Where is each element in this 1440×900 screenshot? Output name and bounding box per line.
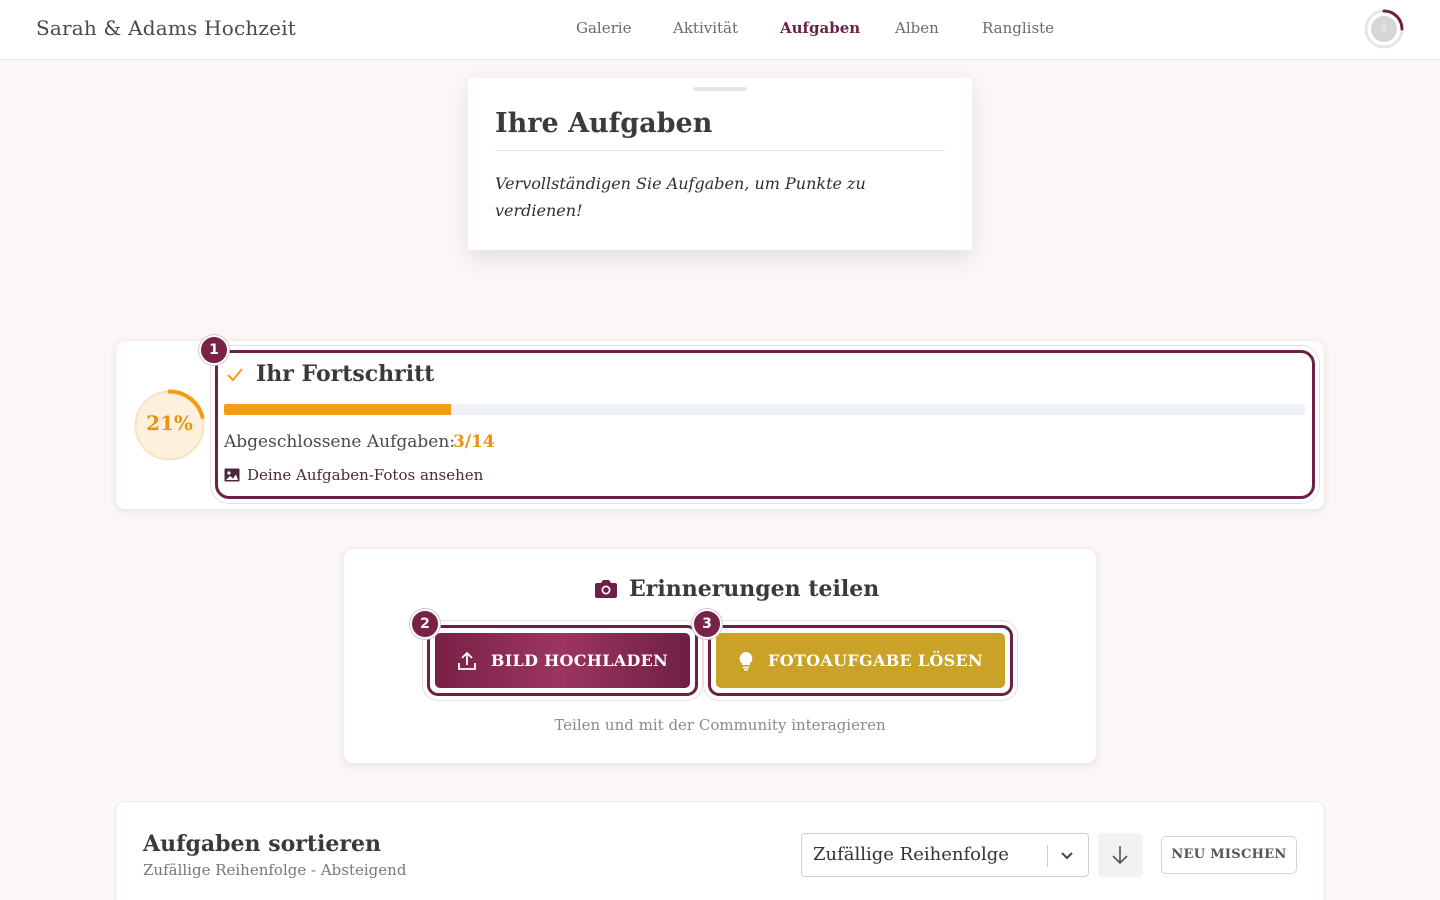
user-avatar-button[interactable]: S	[1363, 8, 1405, 50]
completed-label: Abgeschlossene Aufgaben:	[224, 432, 456, 452]
progress-bar-fill	[224, 404, 451, 415]
progress-bar	[224, 404, 1305, 415]
intro-text: Vervollständigen Sie Aufgaben, um Punkte…	[495, 174, 866, 220]
solve-photo-task-label: FOTOAUFGABE LÖSEN	[768, 651, 983, 670]
top-navigation-bar: Sarah & Adams Hochzeit Galerie Aktivität…	[0, 0, 1440, 60]
lightbulb-icon	[739, 651, 753, 670]
arrow-down-icon	[1112, 846, 1128, 865]
solve-photo-task-button[interactable]: FOTOAUFGABE LÖSEN	[716, 633, 1005, 688]
nav-galerie[interactable]: Galerie	[576, 19, 631, 37]
chevron-down-icon	[1061, 852, 1073, 860]
nav-rangliste[interactable]: Rangliste	[982, 19, 1054, 37]
divider	[495, 150, 945, 151]
completed-count: 3/14	[453, 432, 495, 452]
select-separator	[1047, 845, 1048, 867]
step-badge-3: 3	[692, 609, 722, 639]
sort-title: Aufgaben sortieren	[143, 831, 381, 857]
upload-icon	[458, 651, 476, 670]
camera-icon	[595, 580, 617, 598]
task-photos-link-label: Deine Aufgaben-Fotos ansehen	[247, 466, 484, 484]
page-title: Ihre Aufgaben	[495, 108, 713, 139]
check-icon	[227, 368, 243, 382]
task-photos-link[interactable]: Deine Aufgaben-Fotos ansehen	[224, 466, 483, 484]
step-badge-1: 1	[199, 335, 229, 365]
image-icon	[224, 468, 240, 482]
avatar: S	[1371, 16, 1397, 42]
step-badge-2: 2	[410, 609, 440, 639]
share-title: Erinnerungen teilen	[594, 576, 879, 602]
drag-handle	[693, 87, 747, 91]
share-title-text: Erinnerungen teilen	[629, 576, 880, 602]
share-hint: Teilen und mit der Community interagiere…	[554, 716, 886, 734]
sort-order-select[interactable]: Zufällige Reihenfolge	[801, 833, 1089, 877]
reshuffle-button[interactable]: NEU MISCHEN	[1161, 836, 1297, 874]
nav-alben[interactable]: Alben	[895, 19, 939, 37]
progress-title: Ihr Fortschritt	[256, 361, 435, 387]
upload-image-button[interactable]: BILD HOCHLADEN	[435, 633, 690, 688]
upload-image-label: BILD HOCHLADEN	[490, 651, 669, 670]
progress-ring: 21%	[133, 389, 206, 462]
main-nav: Galerie Aktivität Aufgaben Alben Ranglis…	[0, 19, 1440, 43]
nav-aufgaben[interactable]: Aufgaben	[780, 19, 860, 37]
intro-card: Ihre Aufgaben Vervollständigen Sie Aufga…	[468, 78, 972, 250]
sort-direction-button[interactable]	[1098, 833, 1143, 877]
sort-order-value: Zufällige Reihenfolge	[813, 844, 1009, 865]
nav-aktivitaet[interactable]: Aktivität	[673, 19, 738, 37]
sort-subtitle: Zufällige Reihenfolge - Absteigend	[143, 861, 407, 879]
progress-percent: 21%	[146, 411, 193, 435]
